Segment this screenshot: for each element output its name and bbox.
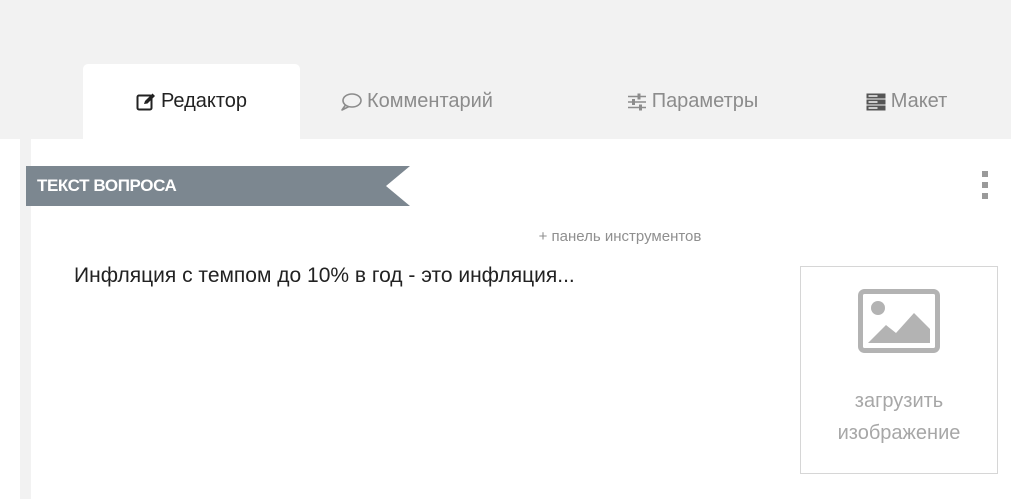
- layout-icon: [866, 93, 886, 111]
- more-options-icon[interactable]: [972, 168, 998, 202]
- upload-image-line1: загрузить: [854, 390, 944, 412]
- tab-layout-label: Макет: [890, 90, 948, 112]
- tab-parameters-label: Параметры: [651, 90, 759, 112]
- edit-icon: [136, 93, 156, 111]
- tab-editor[interactable]: Редактор: [83, 64, 300, 139]
- tab-comment[interactable]: Комментарий: [300, 64, 533, 139]
- question-text-editor[interactable]: Инфляция с темпом до 10% в год - это инф…: [74, 263, 774, 289]
- upload-image-text: загрузить изображение: [801, 385, 997, 449]
- tab-parameters[interactable]: Параметры: [583, 64, 802, 139]
- image-icon: [858, 289, 940, 358]
- upload-image-line2: изображение: [837, 422, 961, 444]
- image-upload-box[interactable]: загрузить изображение: [800, 266, 998, 474]
- comment-icon: [340, 92, 362, 111]
- sliders-icon: [627, 93, 647, 111]
- tab-bar: Редактор Комментарий Параметры Макет: [0, 0, 1011, 139]
- show-toolbar-link[interactable]: + панель инструментов: [470, 228, 770, 245]
- tab-layout[interactable]: Макет: [802, 64, 1011, 139]
- question-section-header: ТЕКСТ ВОПРОСА: [26, 166, 410, 206]
- question-section-label: ТЕКСТ ВОПРОСА: [37, 176, 177, 195]
- tab-editor-label: Редактор: [160, 90, 248, 112]
- tab-comment-label: Комментарий: [367, 90, 493, 112]
